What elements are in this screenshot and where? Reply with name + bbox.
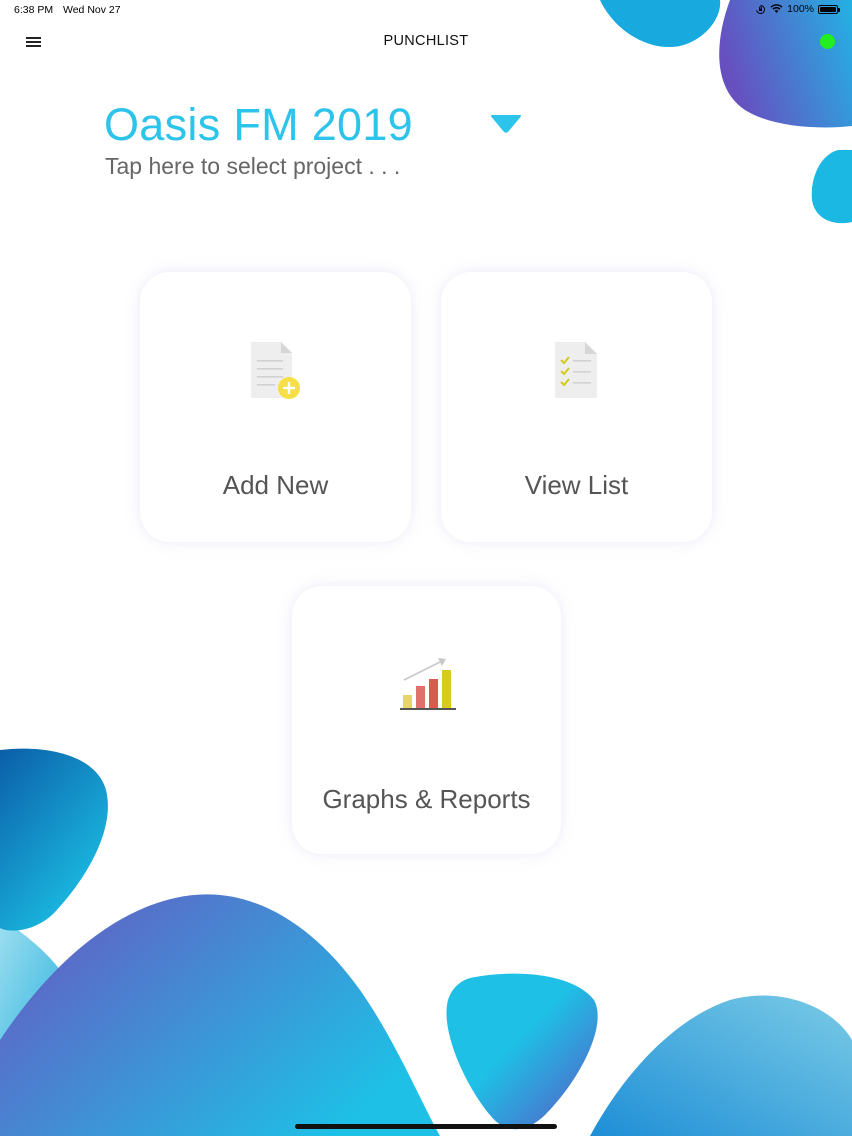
bar-chart-icon (399, 658, 456, 710)
add-new-label: Add New (222, 470, 329, 500)
status-bar: 6:38 PM Wed Nov 27 100% (0, 0, 852, 22)
connection-status-dot (820, 34, 835, 49)
add-document-icon (250, 342, 300, 399)
checklist-document-icon (554, 342, 597, 398)
orientation-lock-icon (756, 4, 766, 14)
project-name: Oasis FM 2019 (104, 99, 414, 150)
graphs-reports-label: Graphs & Reports (322, 784, 531, 814)
status-time: 6:38 PM (14, 4, 54, 16)
page-title: PUNCHLIST (383, 33, 469, 49)
project-selector[interactable]: Oasis FM 2019 Tap here to select project… (104, 96, 534, 186)
status-indicators: 100% (755, 3, 840, 15)
project-select-hint: Tap here to select project . . . (105, 153, 401, 179)
add-new-tile[interactable]: Add New (140, 272, 411, 542)
home-screen: 6:38 PM Wed Nov 27 100% PUNCHLIST Oasis … (0, 0, 852, 1136)
graphs-reports-tile[interactable]: Graphs & Reports (292, 586, 561, 854)
wifi-icon (770, 4, 783, 13)
battery-percentage: 100% (787, 3, 814, 15)
navigation-bar: PUNCHLIST (0, 22, 852, 62)
view-list-label: View List (524, 470, 629, 500)
home-indicator[interactable] (295, 1124, 557, 1129)
triangle-down-icon[interactable] (490, 114, 522, 134)
view-list-tile[interactable]: View List (441, 272, 712, 542)
battery-icon (818, 4, 840, 14)
status-date: Wed Nov 27 (63, 4, 121, 16)
